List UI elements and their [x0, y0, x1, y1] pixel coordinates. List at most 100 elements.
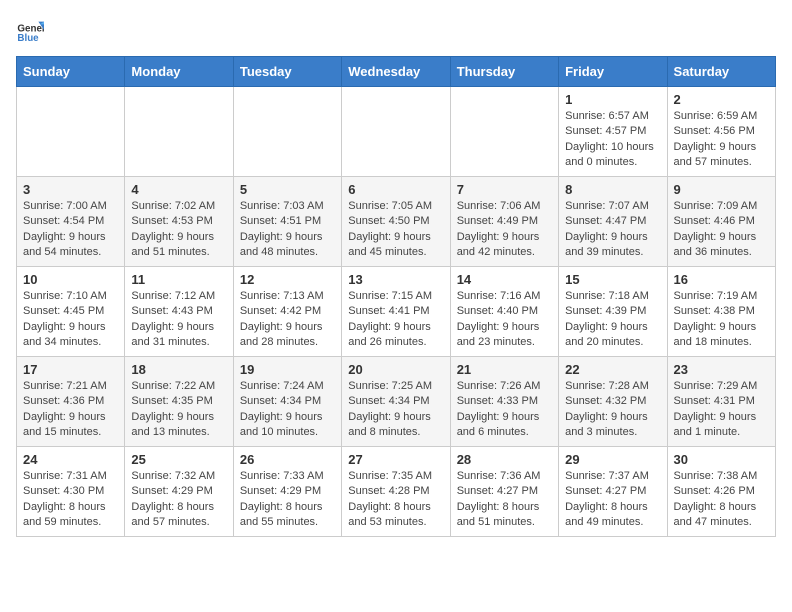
day-info: Sunrise: 7:18 AM Sunset: 4:39 PM Dayligh…	[565, 289, 660, 351]
day-info: Sunrise: 7:13 AM Sunset: 4:42 PM Dayligh…	[240, 289, 335, 351]
day-info: Sunrise: 7:22 AM Sunset: 4:35 PM Dayligh…	[131, 379, 226, 441]
calendar-week-2: 3Sunrise: 7:00 AM Sunset: 4:54 PM Daylig…	[17, 177, 776, 267]
calendar-cell: 25 Sunrise: 7:32 AM Sunset: 4:29 PM Dayli…	[125, 447, 233, 537]
day-number: 17	[23, 362, 118, 377]
calendar-cell: 11Sunrise: 7:12 AM Sunset: 4:43 PM Dayli…	[125, 267, 233, 357]
day-info: Sunrise: 7:24 AM Sunset: 4:34 PM Dayligh…	[240, 379, 335, 441]
calendar-cell: 24 Sunrise: 7:31 AM Sunset: 4:30 PM Dayli…	[17, 447, 125, 537]
day-header-wednesday: Wednesday	[342, 57, 450, 87]
day-info: Sunrise: 7:03 AM Sunset: 4:51 PM Dayligh…	[240, 199, 335, 261]
calendar-cell: 16 Sunrise: 7:19 AM Sunset: 4:38 PM Dayli…	[667, 267, 775, 357]
day-number: 12	[240, 272, 335, 287]
day-header-thursday: Thursday	[450, 57, 558, 87]
calendar-cell: 5Sunrise: 7:03 AM Sunset: 4:51 PM Daylig…	[233, 177, 341, 267]
day-number: 10	[23, 272, 118, 287]
day-info: Sunrise: 7:26 AM Sunset: 4:33 PM Dayligh…	[457, 379, 552, 441]
calendar-cell: 1 Sunrise: 6:57 AM Sunset: 4:57 PM Daylig…	[559, 87, 667, 177]
calendar-cell: 14 Sunrise: 7:16 AM Sunset: 4:40 PM Dayli…	[450, 267, 558, 357]
calendar-cell: 28 Sunrise: 7:36 AM Sunset: 4:27 PM Dayli…	[450, 447, 558, 537]
day-info: Sunrise: 7:25 AM Sunset: 4:34 PM Dayligh…	[348, 379, 443, 441]
calendar-cell: 22 Sunrise: 7:28 AM Sunset: 4:32 PM Dayli…	[559, 357, 667, 447]
calendar-cell: 29 Sunrise: 7:37 AM Sunset: 4:27 PM Dayli…	[559, 447, 667, 537]
calendar-cell: 9 Sunrise: 7:09 AM Sunset: 4:46 PM Daylig…	[667, 177, 775, 267]
day-number: 29	[565, 452, 660, 467]
day-header-tuesday: Tuesday	[233, 57, 341, 87]
day-info: Sunrise: 7:32 AM Sunset: 4:29 PM Dayligh…	[131, 469, 226, 531]
calendar-week-1: 1 Sunrise: 6:57 AM Sunset: 4:57 PM Daylig…	[17, 87, 776, 177]
day-info: Sunrise: 7:31 AM Sunset: 4:30 PM Dayligh…	[23, 469, 118, 531]
calendar-cell: 13 Sunrise: 7:15 AM Sunset: 4:41 PM Dayli…	[342, 267, 450, 357]
day-info: Sunrise: 7:09 AM Sunset: 4:46 PM Dayligh…	[674, 199, 769, 261]
day-number: 14	[457, 272, 552, 287]
day-info: Sunrise: 7:16 AM Sunset: 4:40 PM Dayligh…	[457, 289, 552, 351]
day-number: 25	[131, 452, 226, 467]
day-info: Sunrise: 7:19 AM Sunset: 4:38 PM Dayligh…	[674, 289, 769, 351]
calendar-cell: 30Sunrise: 7:38 AM Sunset: 4:26 PM Dayli…	[667, 447, 775, 537]
calendar-cell: 20 Sunrise: 7:25 AM Sunset: 4:34 PM Dayli…	[342, 357, 450, 447]
calendar-cell	[125, 87, 233, 177]
calendar-cell: 21Sunrise: 7:26 AM Sunset: 4:33 PM Dayli…	[450, 357, 558, 447]
day-number: 22	[565, 362, 660, 377]
calendar-table: SundayMondayTuesdayWednesdayThursdayFrid…	[16, 56, 776, 537]
day-number: 13	[348, 272, 443, 287]
day-info: Sunrise: 6:59 AM Sunset: 4:56 PM Dayligh…	[674, 109, 769, 171]
day-info: Sunrise: 7:28 AM Sunset: 4:32 PM Dayligh…	[565, 379, 660, 441]
day-header-saturday: Saturday	[667, 57, 775, 87]
calendar-cell: 10Sunrise: 7:10 AM Sunset: 4:45 PM Dayli…	[17, 267, 125, 357]
day-number: 8	[565, 182, 660, 197]
calendar-cell: 3Sunrise: 7:00 AM Sunset: 4:54 PM Daylig…	[17, 177, 125, 267]
calendar-cell: 23 Sunrise: 7:29 AM Sunset: 4:31 PM Dayli…	[667, 357, 775, 447]
day-number: 4	[131, 182, 226, 197]
day-info: Sunrise: 6:57 AM Sunset: 4:57 PM Dayligh…	[565, 109, 660, 171]
day-header-sunday: Sunday	[17, 57, 125, 87]
day-number: 9	[674, 182, 769, 197]
day-info: Sunrise: 7:35 AM Sunset: 4:28 PM Dayligh…	[348, 469, 443, 531]
day-number: 23	[674, 362, 769, 377]
calendar-header-row: SundayMondayTuesdayWednesdayThursdayFrid…	[17, 57, 776, 87]
calendar-cell: 18 Sunrise: 7:22 AM Sunset: 4:35 PM Dayli…	[125, 357, 233, 447]
day-info: Sunrise: 7:05 AM Sunset: 4:50 PM Dayligh…	[348, 199, 443, 261]
day-info: Sunrise: 7:07 AM Sunset: 4:47 PM Dayligh…	[565, 199, 660, 261]
svg-text:Blue: Blue	[17, 33, 39, 44]
calendar-week-3: 10Sunrise: 7:10 AM Sunset: 4:45 PM Dayli…	[17, 267, 776, 357]
day-number: 24	[23, 452, 118, 467]
day-number: 18	[131, 362, 226, 377]
calendar-cell	[233, 87, 341, 177]
calendar-cell	[17, 87, 125, 177]
day-info: Sunrise: 7:33 AM Sunset: 4:29 PM Dayligh…	[240, 469, 335, 531]
day-number: 19	[240, 362, 335, 377]
calendar-cell: 15 Sunrise: 7:18 AM Sunset: 4:39 PM Dayli…	[559, 267, 667, 357]
day-info: Sunrise: 7:12 AM Sunset: 4:43 PM Dayligh…	[131, 289, 226, 351]
calendar-cell: 27 Sunrise: 7:35 AM Sunset: 4:28 PM Dayli…	[342, 447, 450, 537]
calendar-cell: 26Sunrise: 7:33 AM Sunset: 4:29 PM Dayli…	[233, 447, 341, 537]
day-info: Sunrise: 7:06 AM Sunset: 4:49 PM Dayligh…	[457, 199, 552, 261]
day-number: 28	[457, 452, 552, 467]
day-info: Sunrise: 7:29 AM Sunset: 4:31 PM Dayligh…	[674, 379, 769, 441]
day-number: 6	[348, 182, 443, 197]
day-info: Sunrise: 7:21 AM Sunset: 4:36 PM Dayligh…	[23, 379, 118, 441]
day-info: Sunrise: 7:37 AM Sunset: 4:27 PM Dayligh…	[565, 469, 660, 531]
calendar-cell: 8 Sunrise: 7:07 AM Sunset: 4:47 PM Daylig…	[559, 177, 667, 267]
day-number: 27	[348, 452, 443, 467]
calendar-cell: 7 Sunrise: 7:06 AM Sunset: 4:49 PM Daylig…	[450, 177, 558, 267]
calendar-cell: 4 Sunrise: 7:02 AM Sunset: 4:53 PM Daylig…	[125, 177, 233, 267]
calendar-week-4: 17 Sunrise: 7:21 AM Sunset: 4:36 PM Dayli…	[17, 357, 776, 447]
day-number: 15	[565, 272, 660, 287]
day-number: 16	[674, 272, 769, 287]
day-number: 20	[348, 362, 443, 377]
logo-icon: General Blue	[16, 16, 44, 44]
day-number: 3	[23, 182, 118, 197]
page-header: General Blue	[16, 16, 776, 44]
day-info: Sunrise: 7:15 AM Sunset: 4:41 PM Dayligh…	[348, 289, 443, 351]
day-number: 1	[565, 92, 660, 107]
day-info: Sunrise: 7:36 AM Sunset: 4:27 PM Dayligh…	[457, 469, 552, 531]
calendar-cell: 19 Sunrise: 7:24 AM Sunset: 4:34 PM Dayli…	[233, 357, 341, 447]
day-info: Sunrise: 7:02 AM Sunset: 4:53 PM Dayligh…	[131, 199, 226, 261]
day-header-monday: Monday	[125, 57, 233, 87]
day-number: 7	[457, 182, 552, 197]
calendar-cell: 2Sunrise: 6:59 AM Sunset: 4:56 PM Daylig…	[667, 87, 775, 177]
logo: General Blue	[16, 16, 48, 44]
day-number: 30	[674, 452, 769, 467]
day-header-friday: Friday	[559, 57, 667, 87]
calendar-cell	[342, 87, 450, 177]
